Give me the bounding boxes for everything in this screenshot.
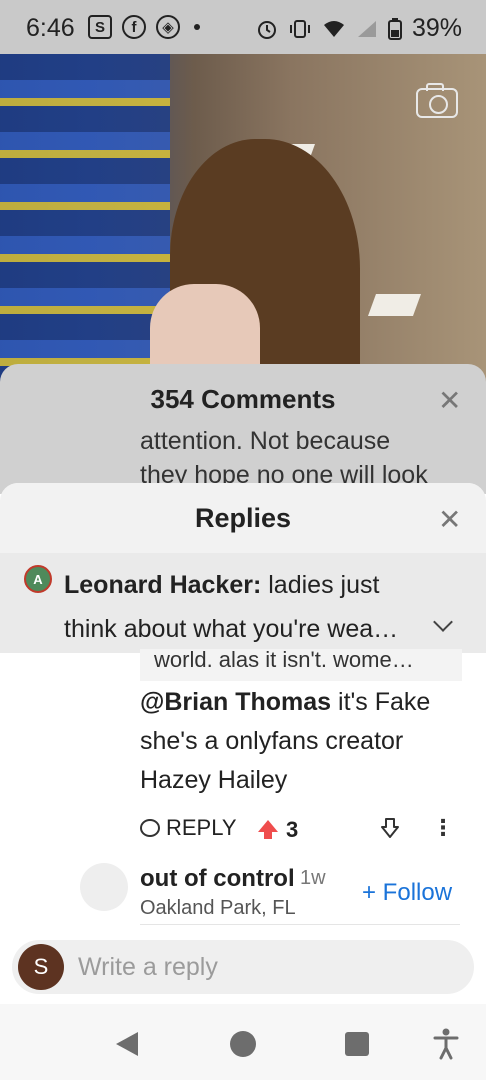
downvote-button[interactable] — [380, 817, 400, 839]
user-location: Oakland Park, FL — [140, 897, 296, 919]
status-bar: 6:46 S f ◈ 39% — [0, 0, 486, 54]
replies-sheet: Replies ✕ A Leonard Hacker: ladies just … — [0, 483, 486, 935]
status-right-icons: 39% — [256, 14, 462, 43]
video-ceiling-light — [367, 294, 422, 316]
accessibility-icon[interactable] — [432, 1028, 460, 1060]
system-nav-bar — [0, 1004, 486, 1080]
notification-icons: S f ◈ — [88, 15, 200, 39]
signal-icon — [357, 20, 376, 37]
reply-actions: REPLY 3 ⋮ — [140, 815, 460, 845]
reply-button-label: REPLY — [166, 815, 237, 840]
parent-comment-text: Leonard Hacker: ladies just think about … — [64, 563, 424, 651]
username[interactable]: out of control — [140, 865, 295, 893]
facebook-icon: f — [122, 15, 146, 39]
comments-title: 354 Comments — [150, 384, 336, 414]
previous-reply-snippet: world. alas it isn't. wome… — [140, 649, 462, 681]
replies-title: Replies — [194, 503, 292, 533]
chevron-down-icon[interactable] — [433, 612, 453, 632]
comments-sheet: 354 Comments ✕ attention. Not because th… — [0, 364, 486, 494]
alarm-icon — [257, 20, 276, 39]
parent-author[interactable]: Leonard Hacker: — [64, 571, 261, 599]
upvote-count: 3 — [286, 817, 299, 842]
home-icon[interactable] — [230, 1031, 256, 1057]
more-notifications-dot-icon — [194, 24, 200, 30]
downvote-arrow-icon — [381, 818, 399, 838]
battery-percent: 39% — [411, 14, 462, 42]
mention-link[interactable]: @Brian Thomas — [140, 688, 331, 716]
close-comments-icon[interactable]: ✕ — [438, 384, 461, 417]
reply-text: @Brian Thomas it's Fake she's a onlyfans… — [140, 683, 460, 800]
my-avatar: S — [18, 944, 64, 990]
vibrate-icon — [289, 19, 310, 38]
recent-apps-icon[interactable] — [345, 1032, 369, 1056]
s-app-icon: S — [88, 15, 112, 39]
next-reply-header: out of control 1w Oakland Park, FL + Fol… — [0, 861, 486, 923]
close-replies-icon[interactable]: ✕ — [438, 503, 461, 536]
status-time: 6:46 — [26, 14, 75, 42]
comment-bubble-icon — [140, 819, 160, 837]
divider — [140, 924, 460, 925]
comment-text-behind: attention. Not because they hope no one … — [140, 424, 428, 492]
video-preview[interactable] — [0, 54, 486, 384]
wifi-icon — [323, 20, 344, 37]
parent-comment[interactable]: A Leonard Hacker: ladies just think abou… — [0, 553, 486, 653]
reply-composer: S — [12, 940, 474, 994]
reply-button[interactable]: REPLY — [140, 815, 237, 841]
camera-icon[interactable] — [416, 83, 458, 118]
comment-line: attention. Not because — [140, 427, 391, 455]
reply-age: 1w — [300, 867, 326, 889]
follow-button[interactable]: + Follow — [362, 879, 452, 907]
back-icon[interactable] — [116, 1032, 138, 1056]
more-options-icon[interactable]: ⋮ — [432, 815, 454, 841]
parent-avatar[interactable]: A — [24, 565, 52, 593]
upvote-button[interactable]: 3 — [258, 817, 298, 843]
battery-icon — [387, 17, 402, 40]
reply-input[interactable] — [78, 948, 458, 986]
avatar[interactable] — [80, 863, 128, 911]
video-background-shelves — [0, 54, 170, 384]
app-notification-icon: ◈ — [156, 15, 180, 39]
replies-header: Replies ✕ — [0, 483, 486, 553]
upvote-arrow-icon — [258, 820, 278, 839]
